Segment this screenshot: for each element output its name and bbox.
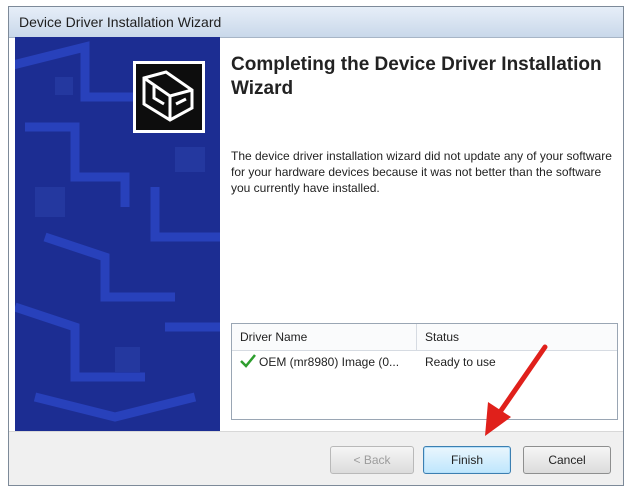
- page-title: Completing the Device Driver Installatio…: [231, 54, 602, 99]
- back-button[interactable]: < Back: [330, 446, 414, 474]
- wizard-description: The device driver installation wizard di…: [231, 149, 612, 195]
- hardware-icon: [133, 61, 205, 133]
- table-row[interactable]: OEM (mr8980) Image (0... Ready to use: [232, 350, 617, 374]
- driver-list-header: Driver Name Status: [232, 324, 617, 351]
- cancel-button[interactable]: Cancel: [523, 446, 611, 474]
- wizard-content: Completing the Device Driver Installatio…: [231, 53, 611, 101]
- driver-name: OEM (mr8980) Image (0...: [259, 355, 400, 369]
- green-check-icon: [240, 354, 256, 373]
- driver-list[interactable]: Driver Name Status OEM (mr8980) Image (0…: [231, 323, 618, 420]
- finish-button[interactable]: Finish: [423, 446, 511, 474]
- driver-status: Ready to use: [425, 355, 496, 369]
- column-driver-name[interactable]: Driver Name: [240, 330, 307, 344]
- wizard-banner: [15, 37, 220, 431]
- column-divider: [416, 324, 417, 350]
- title-bar[interactable]: Device Driver Installation Wizard: [9, 7, 623, 38]
- button-bar: < Back Finish Cancel: [9, 431, 623, 485]
- column-status[interactable]: Status: [425, 330, 459, 344]
- window-title: Device Driver Installation Wizard: [19, 14, 222, 30]
- wizard-window: Device Driver Installation Wizard Comple…: [8, 6, 624, 486]
